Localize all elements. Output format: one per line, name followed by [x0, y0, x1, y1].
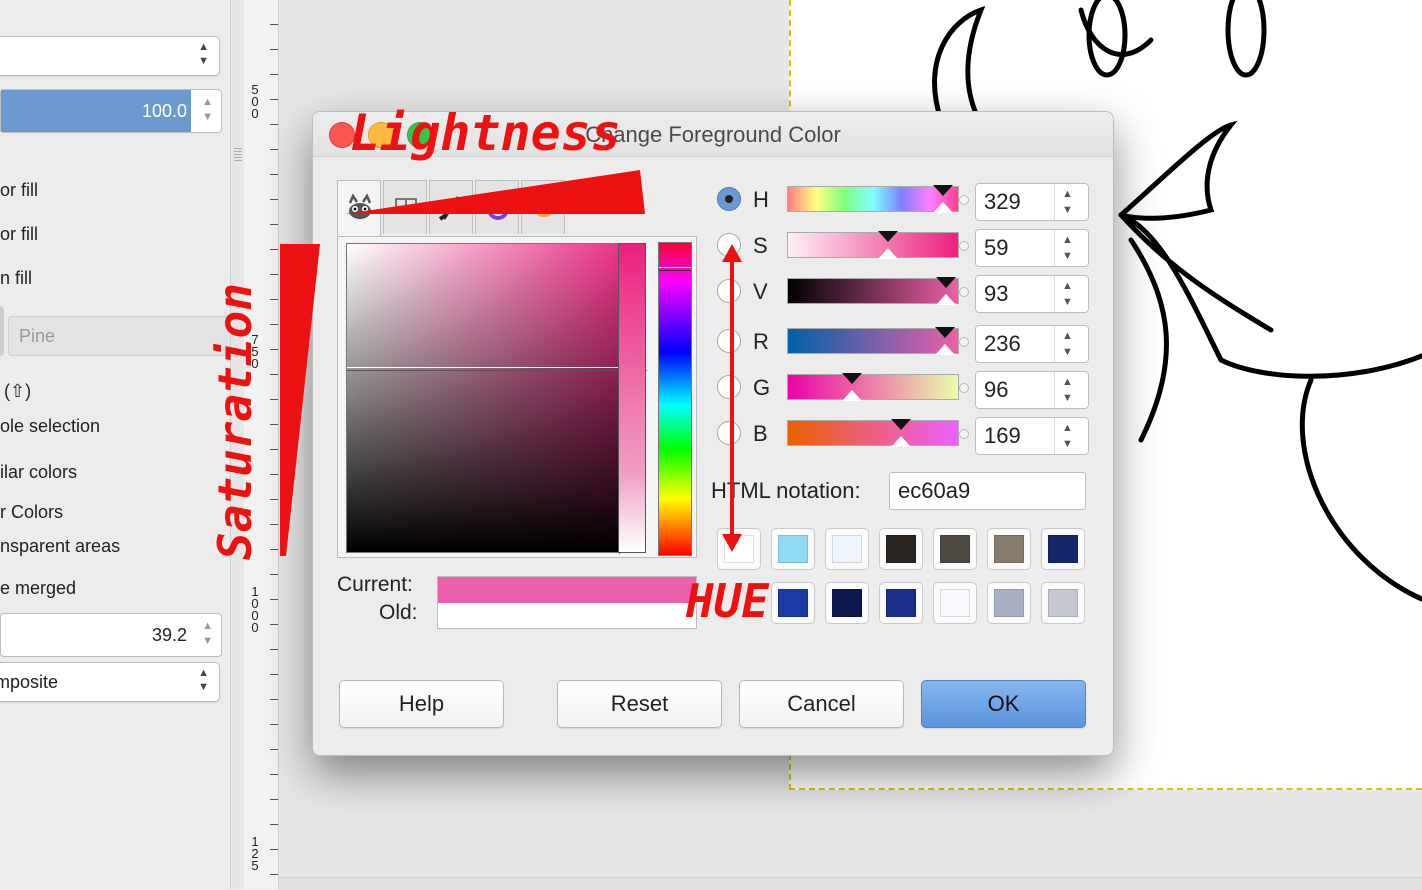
hue-arrow-head-up — [722, 244, 742, 262]
hue-annotation: HUE — [686, 574, 770, 628]
hue-arrow-head-down — [722, 534, 742, 552]
saturation-annotation: Saturation — [208, 283, 262, 560]
lightness-annotation: Lightness — [350, 104, 621, 162]
saturation-wedge — [280, 244, 320, 556]
lightness-wedge — [345, 170, 645, 214]
